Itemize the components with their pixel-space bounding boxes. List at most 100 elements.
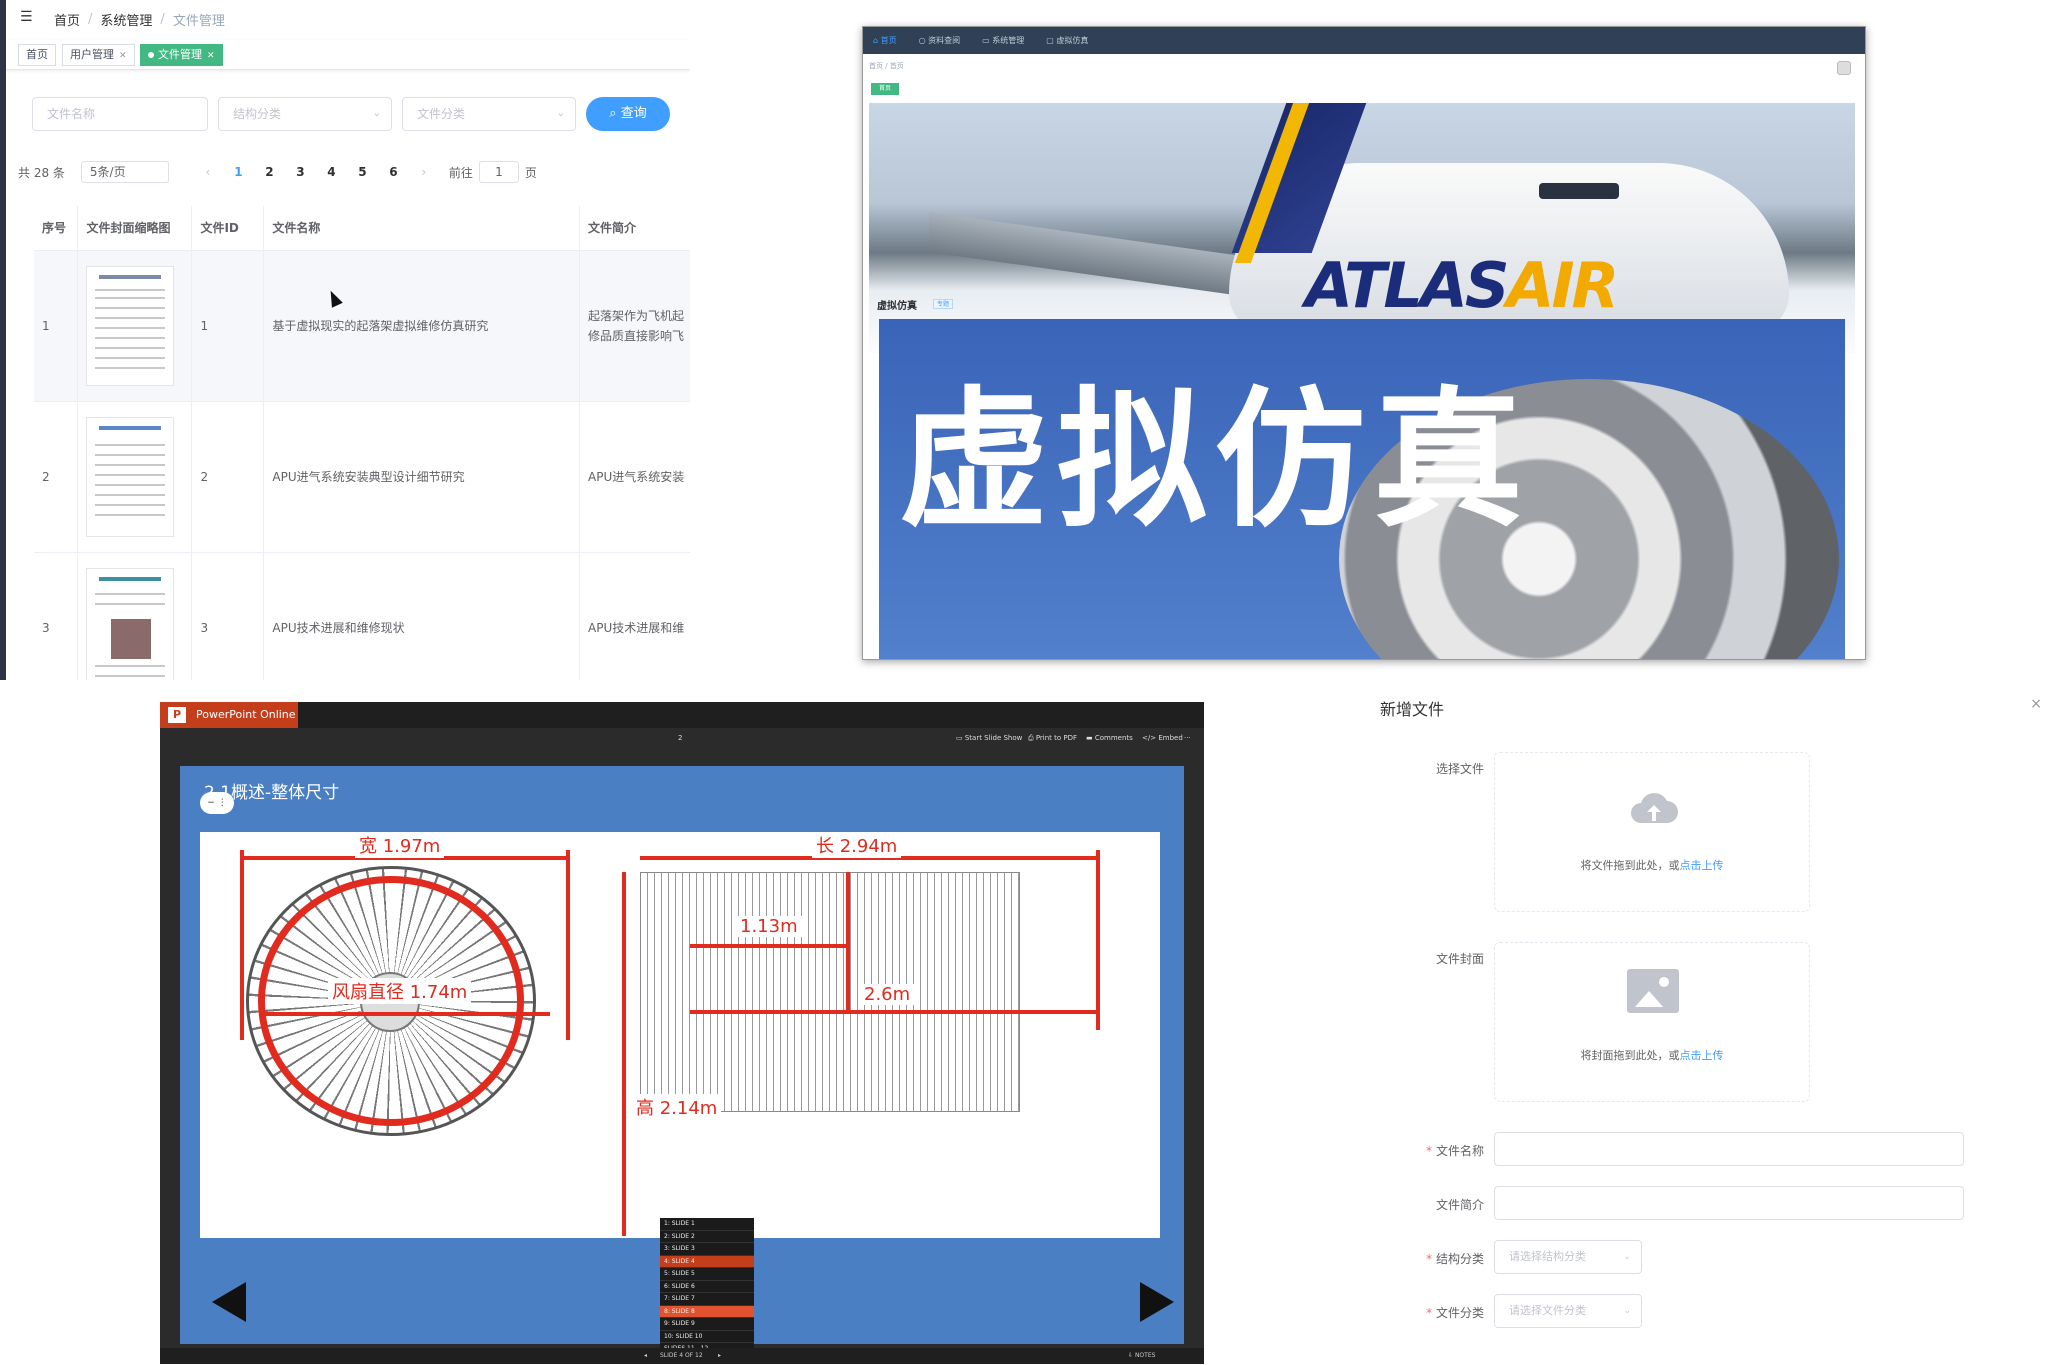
simulation-banner[interactable]: 虚拟仿真	[879, 319, 1845, 659]
banner-text: 虚拟仿真	[899, 374, 1532, 548]
section-title: 虚拟仿真	[877, 301, 917, 312]
row-index: 1	[34, 250, 79, 402]
row-thumb	[77, 401, 193, 553]
page-2[interactable]: 2	[254, 165, 285, 179]
goto-label: 前往	[448, 165, 473, 180]
status-bar: ◂ SLIDE 4 OF 12 ▸ ⇩ NOTES	[160, 1348, 1204, 1364]
breadcrumb: 首页 / 系统管理 / 文件管理	[54, 10, 225, 29]
page-1[interactable]: 1	[223, 165, 254, 179]
slide-list-item[interactable]: 4: SLIDE 4	[660, 1255, 754, 1268]
next-page-icon[interactable]: ›	[409, 165, 439, 179]
notes-button[interactable]: ⇩ NOTES	[1128, 1352, 1155, 1359]
breadcrumb-home[interactable]: 首页	[54, 10, 80, 29]
row-intro: 起落架作为飞机起 修品质直接影响飞	[579, 250, 690, 402]
site-preview-window: ⌂ 首页 ○ 资料查阅 ▭ 系统管理 ▢ 虚拟仿真 首页 / 首页 首页 ATL…	[862, 26, 1866, 660]
slide-list-item[interactable]: 7: SLIDE 7	[660, 1293, 754, 1306]
nav-simulation[interactable]: ▢ 虚拟仿真	[1046, 35, 1088, 46]
embed-button[interactable]: </> Embed	[1142, 734, 1183, 742]
select-file-label: 选择文件	[1435, 762, 1484, 776]
table-header: 序号 文件封面缩略图 文件ID 文件名称 文件简介	[34, 206, 690, 251]
goto-input[interactable]: 1	[478, 161, 519, 183]
file-intro-input[interactable]	[1494, 1186, 1964, 1220]
breadcrumb-system[interactable]: 系统管理	[100, 10, 152, 29]
file-name-input[interactable]	[1494, 1132, 1964, 1166]
slide-list-item[interactable]: 6: SLIDE 6	[660, 1281, 754, 1293]
title-bar	[160, 702, 1204, 728]
tag-user-manage[interactable]: 用户管理 ✕	[62, 44, 135, 66]
query-button[interactable]: ⌕ 查询	[586, 97, 670, 131]
col-index: 序号	[34, 206, 79, 251]
search-icon: ⌕	[609, 106, 621, 121]
file-name-input[interactable]: 文件名称	[32, 97, 208, 131]
fan-diameter-label: 风扇直径 1.74m	[328, 978, 472, 1004]
table-row[interactable]: 3 3 APU技术进展和维修现状 APU技术进展和维	[34, 552, 690, 680]
table-row[interactable]: 1 1 基于虚拟现实的起落架虚拟维修仿真研究 起落架作为飞机起 修品质直接影响飞	[34, 250, 690, 402]
slide-list-item[interactable]: 2: SLIDE 2	[660, 1231, 754, 1243]
row-index: 2	[34, 401, 79, 553]
prev-slide-icon[interactable]	[212, 1282, 246, 1322]
breadcrumb-current: 文件管理	[172, 13, 225, 29]
type-select[interactable]: 文件分类 ⌄	[402, 97, 576, 131]
powerpoint-logo-icon: P	[168, 707, 186, 723]
sidebar-strip	[0, 0, 6, 680]
slide-list-item[interactable]: 8: SLIDE 8	[660, 1305, 754, 1318]
row-intro: APU技术进展和维	[579, 552, 690, 680]
page-unit: 页	[524, 165, 537, 180]
table-row[interactable]: 2 2 APU进气系统安装典型设计细节研究 APU进气系统安装	[34, 401, 690, 553]
chevron-down-icon: ⌄	[1623, 1252, 1631, 1262]
row-thumb	[77, 552, 193, 680]
struct-label: * 结构分类	[1426, 1252, 1484, 1266]
type-label: * 文件分类	[1426, 1306, 1484, 1320]
hamburger-icon[interactable]: ☰	[20, 9, 33, 25]
slide-list-item[interactable]: 10: SLIDE 10	[660, 1331, 754, 1343]
prev-page-icon[interactable]: ‹	[193, 165, 223, 179]
struct-select[interactable]: 结构分类 ⌄	[218, 97, 392, 131]
page-3[interactable]: 3	[285, 165, 316, 179]
width-label: 宽 1.97m	[355, 832, 445, 858]
chevron-down-icon: ⌄	[372, 108, 381, 119]
dialog-title: 新增文件	[1380, 700, 1445, 719]
file-intro-label: 文件简介	[1435, 1198, 1484, 1212]
click-upload-link[interactable]: 点击上传	[1680, 859, 1724, 872]
zoom-pill[interactable]: − ⋮	[200, 792, 234, 814]
slide-list-item[interactable]: 9: SLIDE 9	[660, 1318, 754, 1331]
close-icon[interactable]: ✕	[119, 51, 127, 61]
close-icon[interactable]: ✕	[207, 51, 215, 61]
print-pdf-button[interactable]: ⎙ Print to PDF	[1028, 734, 1077, 743]
top-nav: ⌂ 首页 ○ 资料查阅 ▭ 系统管理 ▢ 虚拟仿真	[863, 27, 1865, 54]
nav-docs[interactable]: ○ 资料查阅	[919, 35, 961, 46]
page-4[interactable]: 4	[316, 165, 347, 179]
slide-list-menu[interactable]: 1: SLIDE 1 2: SLIDE 2 3: SLIDE 3 4: SLID…	[660, 1218, 754, 1358]
slideshow-button[interactable]: ▭ Start Slide Show	[956, 734, 1022, 742]
row-intro: APU进气系统安装	[579, 401, 690, 553]
tag-file-manage[interactable]: 文件管理 ✕	[140, 44, 223, 66]
file-upload-dropzone[interactable]: 将文件拖到此处，或点击上传	[1494, 752, 1810, 912]
prev-icon[interactable]: ◂	[644, 1352, 647, 1359]
next-icon[interactable]: ▸	[718, 1352, 721, 1359]
slide-list-item[interactable]: 5: SLIDE 5	[660, 1268, 754, 1281]
avatar[interactable]	[1837, 61, 1851, 75]
image-icon	[1627, 969, 1679, 1013]
page-6[interactable]: 6	[378, 165, 409, 179]
click-upload-link[interactable]: 点击上传	[1680, 1049, 1724, 1062]
slide-list-item[interactable]: 3: SLIDE 3	[660, 1243, 754, 1256]
tag-home[interactable]: 首页	[18, 44, 56, 66]
row-name: 基于虚拟现实的起落架虚拟维修仿真研究	[263, 250, 581, 402]
figure-image	[111, 618, 152, 659]
next-slide-icon[interactable]	[1140, 1282, 1174, 1322]
nav-system[interactable]: ▭ 系统管理	[982, 35, 1024, 46]
slide-list-item[interactable]: 1: SLIDE 1	[660, 1218, 754, 1231]
page-5[interactable]: 5	[347, 165, 378, 179]
struct-select[interactable]: 请选择结构分类 ⌄	[1494, 1240, 1642, 1274]
comments-button[interactable]: ▬ Comments	[1086, 734, 1133, 742]
height-label: 高 2.14m	[632, 1094, 722, 1120]
row-name: APU技术进展和维修现状	[263, 552, 581, 680]
tag-home[interactable]: 首页	[871, 83, 899, 95]
type-select[interactable]: 请选择文件分类 ⌄	[1494, 1294, 1642, 1328]
more-button[interactable]: ···	[1184, 734, 1191, 742]
toolbar: 2 ▭ Start Slide Show ⎙ Print to PDF ▬ Co…	[160, 728, 1204, 750]
nav-home[interactable]: ⌂ 首页	[873, 35, 897, 46]
close-icon[interactable]: ×	[2030, 696, 2042, 712]
cover-upload-dropzone[interactable]: 将封面拖到此处，或点击上传	[1494, 942, 1810, 1102]
page-size-select[interactable]: 5条/页	[80, 161, 169, 183]
